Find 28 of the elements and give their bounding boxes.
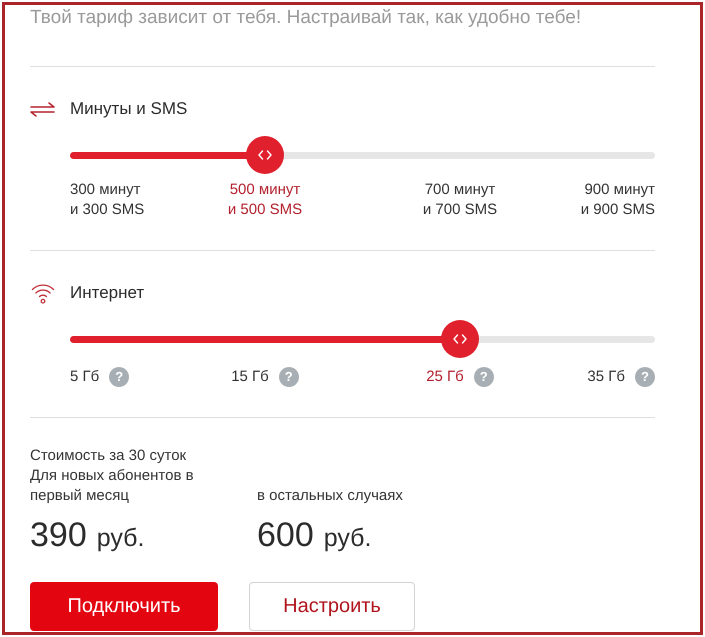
chevrons-icon <box>452 334 468 344</box>
outline-button[interactable]: Настроить <box>249 582 415 631</box>
option-label[interactable]: 5 Гб <box>70 367 100 387</box>
price-amount: 600 <box>257 515 314 555</box>
option-label[interactable]: 25 Гб <box>426 367 464 387</box>
option-label[interactable]: 300 минут и 300 SMS <box>70 180 144 220</box>
chevrons-icon <box>256 150 273 160</box>
price-currency: руб. <box>96 523 144 554</box>
option-label[interactable]: 700 минут и 700 SMS <box>422 180 498 220</box>
arrows-icon <box>30 102 55 116</box>
price-condition: Для новых абонентов в первый месяц <box>30 466 195 506</box>
option-label[interactable]: 35 Гб <box>587 367 625 387</box>
option-label[interactable]: 900 минут и 900 SMS <box>580 180 655 220</box>
option-label[interactable]: 500 минут и 500 SMS <box>228 180 302 220</box>
intro-text: Твой тариф зависит от тебя. Настраивай так, как удобно тебе! <box>30 6 582 30</box>
price-caption: Стоимость за 30 суток <box>30 446 188 466</box>
section-title: Минуты и SMS <box>70 98 188 120</box>
slider-thumb[interactable] <box>441 320 480 358</box>
option-label[interactable]: 15 Гб <box>231 367 269 387</box>
section-title: Интернет <box>70 282 144 304</box>
slider-thumb[interactable] <box>246 136 284 174</box>
price-amount: 390 <box>30 515 87 555</box>
wifi-icon <box>30 282 56 304</box>
price-currency: руб. <box>324 523 372 554</box>
slider-track[interactable] <box>70 336 655 342</box>
slider-track[interactable] <box>70 152 655 158</box>
price-condition: в остальных случаях <box>257 486 404 506</box>
primary-button[interactable]: Подключить <box>30 582 218 631</box>
